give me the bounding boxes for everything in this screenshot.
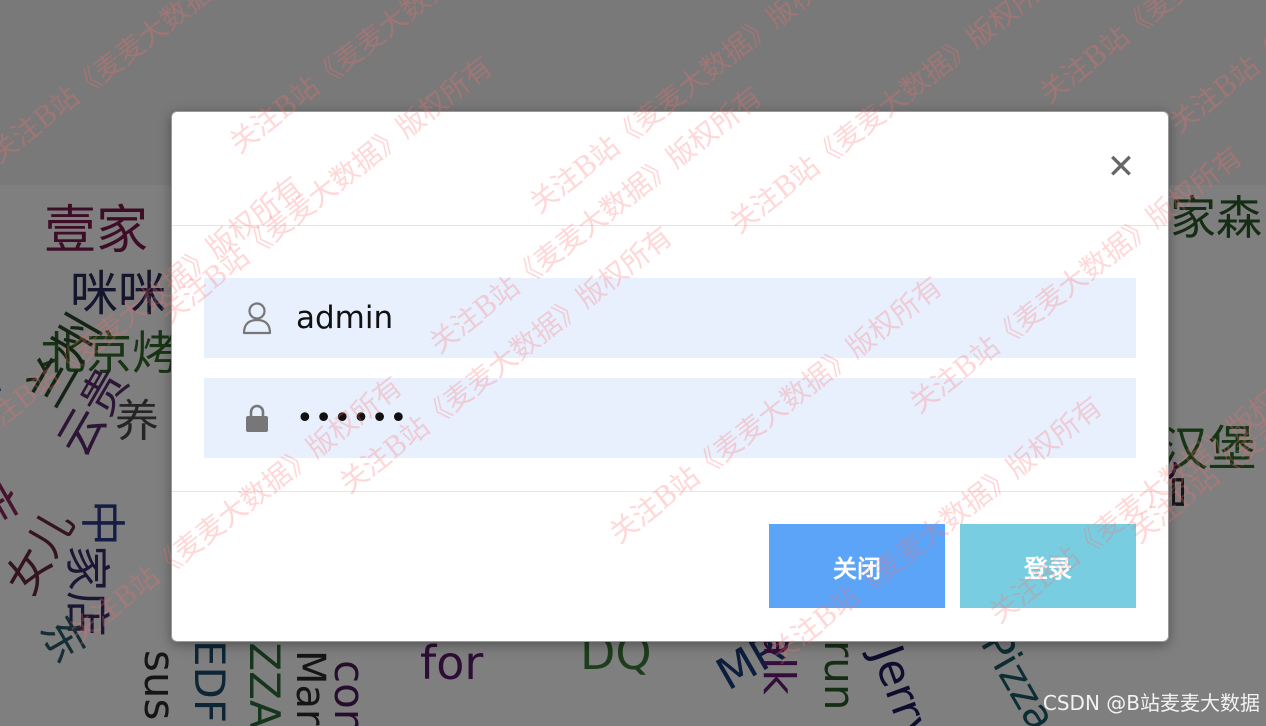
lock-icon (240, 401, 274, 435)
password-input[interactable] (294, 399, 1098, 437)
username-input[interactable] (294, 299, 1098, 337)
password-field[interactable] (204, 378, 1136, 458)
login-modal: ✕ 关闭 登录 (171, 111, 1169, 642)
username-field[interactable] (204, 278, 1136, 358)
close-icon[interactable]: ✕ (1106, 150, 1136, 184)
user-icon (240, 301, 274, 335)
close-button[interactable]: 关闭 (769, 524, 945, 608)
footer-divider (172, 491, 1168, 492)
login-button[interactable]: 登录 (960, 524, 1136, 608)
modal-header: ✕ (172, 112, 1168, 226)
